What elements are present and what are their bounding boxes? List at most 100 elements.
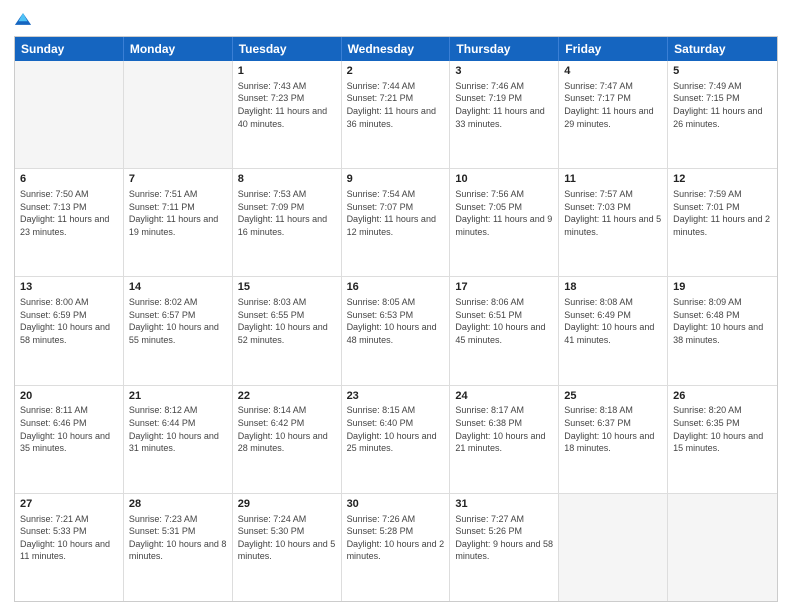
cell-info: Sunrise: 7:53 AMSunset: 7:09 PMDaylight:… [238,188,336,238]
calendar-cell: 30Sunrise: 7:26 AMSunset: 5:28 PMDayligh… [342,494,451,601]
calendar-cell: 11Sunrise: 7:57 AMSunset: 7:03 PMDayligh… [559,169,668,276]
logo-icon [14,10,32,28]
day-number: 9 [347,172,445,187]
day-number: 1 [238,64,336,79]
calendar-cell: 15Sunrise: 8:03 AMSunset: 6:55 PMDayligh… [233,277,342,384]
day-number: 31 [455,497,553,512]
cell-info: Sunrise: 8:00 AMSunset: 6:59 PMDaylight:… [20,296,118,346]
calendar-cell: 13Sunrise: 8:00 AMSunset: 6:59 PMDayligh… [15,277,124,384]
calendar-cell: 24Sunrise: 8:17 AMSunset: 6:38 PMDayligh… [450,386,559,493]
calendar-header: SundayMondayTuesdayWednesdayThursdayFrid… [15,37,777,61]
calendar-cell [15,61,124,168]
day-number: 12 [673,172,772,187]
day-number: 8 [238,172,336,187]
calendar-cell: 28Sunrise: 7:23 AMSunset: 5:31 PMDayligh… [124,494,233,601]
header-day-saturday: Saturday [668,37,777,61]
cell-info: Sunrise: 8:02 AMSunset: 6:57 PMDaylight:… [129,296,227,346]
cell-info: Sunrise: 8:15 AMSunset: 6:40 PMDaylight:… [347,404,445,454]
cell-info: Sunrise: 8:06 AMSunset: 6:51 PMDaylight:… [455,296,553,346]
calendar-cell: 31Sunrise: 7:27 AMSunset: 5:26 PMDayligh… [450,494,559,601]
header [14,10,778,28]
cell-info: Sunrise: 7:26 AMSunset: 5:28 PMDaylight:… [347,513,445,563]
day-number: 26 [673,389,772,404]
day-number: 18 [564,280,662,295]
logo [14,10,34,28]
day-number: 2 [347,64,445,79]
calendar-cell: 19Sunrise: 8:09 AMSunset: 6:48 PMDayligh… [668,277,777,384]
cell-info: Sunrise: 7:51 AMSunset: 7:11 PMDaylight:… [129,188,227,238]
header-day-thursday: Thursday [450,37,559,61]
cell-info: Sunrise: 8:11 AMSunset: 6:46 PMDaylight:… [20,404,118,454]
cell-info: Sunrise: 7:46 AMSunset: 7:19 PMDaylight:… [455,80,553,130]
calendar-cell: 5Sunrise: 7:49 AMSunset: 7:15 PMDaylight… [668,61,777,168]
day-number: 17 [455,280,553,295]
cell-info: Sunrise: 8:09 AMSunset: 6:48 PMDaylight:… [673,296,772,346]
cell-info: Sunrise: 7:24 AMSunset: 5:30 PMDaylight:… [238,513,336,563]
day-number: 30 [347,497,445,512]
cell-info: Sunrise: 7:49 AMSunset: 7:15 PMDaylight:… [673,80,772,130]
calendar-cell [559,494,668,601]
calendar-row-0: 1Sunrise: 7:43 AMSunset: 7:23 PMDaylight… [15,61,777,168]
calendar-cell: 17Sunrise: 8:06 AMSunset: 6:51 PMDayligh… [450,277,559,384]
calendar-cell [668,494,777,601]
day-number: 6 [20,172,118,187]
cell-info: Sunrise: 8:17 AMSunset: 6:38 PMDaylight:… [455,404,553,454]
calendar-cell: 9Sunrise: 7:54 AMSunset: 7:07 PMDaylight… [342,169,451,276]
day-number: 3 [455,64,553,79]
header-day-monday: Monday [124,37,233,61]
calendar-cell: 3Sunrise: 7:46 AMSunset: 7:19 PMDaylight… [450,61,559,168]
day-number: 13 [20,280,118,295]
day-number: 15 [238,280,336,295]
cell-info: Sunrise: 8:03 AMSunset: 6:55 PMDaylight:… [238,296,336,346]
calendar-cell: 18Sunrise: 8:08 AMSunset: 6:49 PMDayligh… [559,277,668,384]
day-number: 19 [673,280,772,295]
calendar-cell: 25Sunrise: 8:18 AMSunset: 6:37 PMDayligh… [559,386,668,493]
day-number: 25 [564,389,662,404]
cell-info: Sunrise: 7:50 AMSunset: 7:13 PMDaylight:… [20,188,118,238]
header-day-friday: Friday [559,37,668,61]
header-day-sunday: Sunday [15,37,124,61]
cell-info: Sunrise: 7:23 AMSunset: 5:31 PMDaylight:… [129,513,227,563]
cell-info: Sunrise: 7:43 AMSunset: 7:23 PMDaylight:… [238,80,336,130]
day-number: 28 [129,497,227,512]
day-number: 10 [455,172,553,187]
calendar-cell: 12Sunrise: 7:59 AMSunset: 7:01 PMDayligh… [668,169,777,276]
calendar-cell [124,61,233,168]
day-number: 24 [455,389,553,404]
cell-info: Sunrise: 7:27 AMSunset: 5:26 PMDaylight:… [455,513,553,563]
calendar-cell: 6Sunrise: 7:50 AMSunset: 7:13 PMDaylight… [15,169,124,276]
day-number: 4 [564,64,662,79]
calendar-cell: 7Sunrise: 7:51 AMSunset: 7:11 PMDaylight… [124,169,233,276]
calendar-cell: 26Sunrise: 8:20 AMSunset: 6:35 PMDayligh… [668,386,777,493]
day-number: 21 [129,389,227,404]
calendar-cell: 2Sunrise: 7:44 AMSunset: 7:21 PMDaylight… [342,61,451,168]
cell-info: Sunrise: 8:12 AMSunset: 6:44 PMDaylight:… [129,404,227,454]
cell-info: Sunrise: 7:56 AMSunset: 7:05 PMDaylight:… [455,188,553,238]
calendar-cell: 21Sunrise: 8:12 AMSunset: 6:44 PMDayligh… [124,386,233,493]
calendar-row-1: 6Sunrise: 7:50 AMSunset: 7:13 PMDaylight… [15,168,777,276]
cell-info: Sunrise: 7:57 AMSunset: 7:03 PMDaylight:… [564,188,662,238]
header-day-wednesday: Wednesday [342,37,451,61]
day-number: 7 [129,172,227,187]
page: SundayMondayTuesdayWednesdayThursdayFrid… [0,0,792,612]
day-number: 22 [238,389,336,404]
day-number: 29 [238,497,336,512]
cell-info: Sunrise: 7:21 AMSunset: 5:33 PMDaylight:… [20,513,118,563]
cell-info: Sunrise: 8:18 AMSunset: 6:37 PMDaylight:… [564,404,662,454]
calendar-cell: 22Sunrise: 8:14 AMSunset: 6:42 PMDayligh… [233,386,342,493]
header-day-tuesday: Tuesday [233,37,342,61]
day-number: 20 [20,389,118,404]
calendar-cell: 14Sunrise: 8:02 AMSunset: 6:57 PMDayligh… [124,277,233,384]
calendar-cell: 10Sunrise: 7:56 AMSunset: 7:05 PMDayligh… [450,169,559,276]
cell-info: Sunrise: 7:47 AMSunset: 7:17 PMDaylight:… [564,80,662,130]
day-number: 11 [564,172,662,187]
day-number: 23 [347,389,445,404]
calendar-cell: 8Sunrise: 7:53 AMSunset: 7:09 PMDaylight… [233,169,342,276]
day-number: 14 [129,280,227,295]
calendar-cell: 20Sunrise: 8:11 AMSunset: 6:46 PMDayligh… [15,386,124,493]
cell-info: Sunrise: 8:14 AMSunset: 6:42 PMDaylight:… [238,404,336,454]
calendar-body: 1Sunrise: 7:43 AMSunset: 7:23 PMDaylight… [15,61,777,601]
calendar-cell: 23Sunrise: 8:15 AMSunset: 6:40 PMDayligh… [342,386,451,493]
cell-info: Sunrise: 7:44 AMSunset: 7:21 PMDaylight:… [347,80,445,130]
cell-info: Sunrise: 7:59 AMSunset: 7:01 PMDaylight:… [673,188,772,238]
